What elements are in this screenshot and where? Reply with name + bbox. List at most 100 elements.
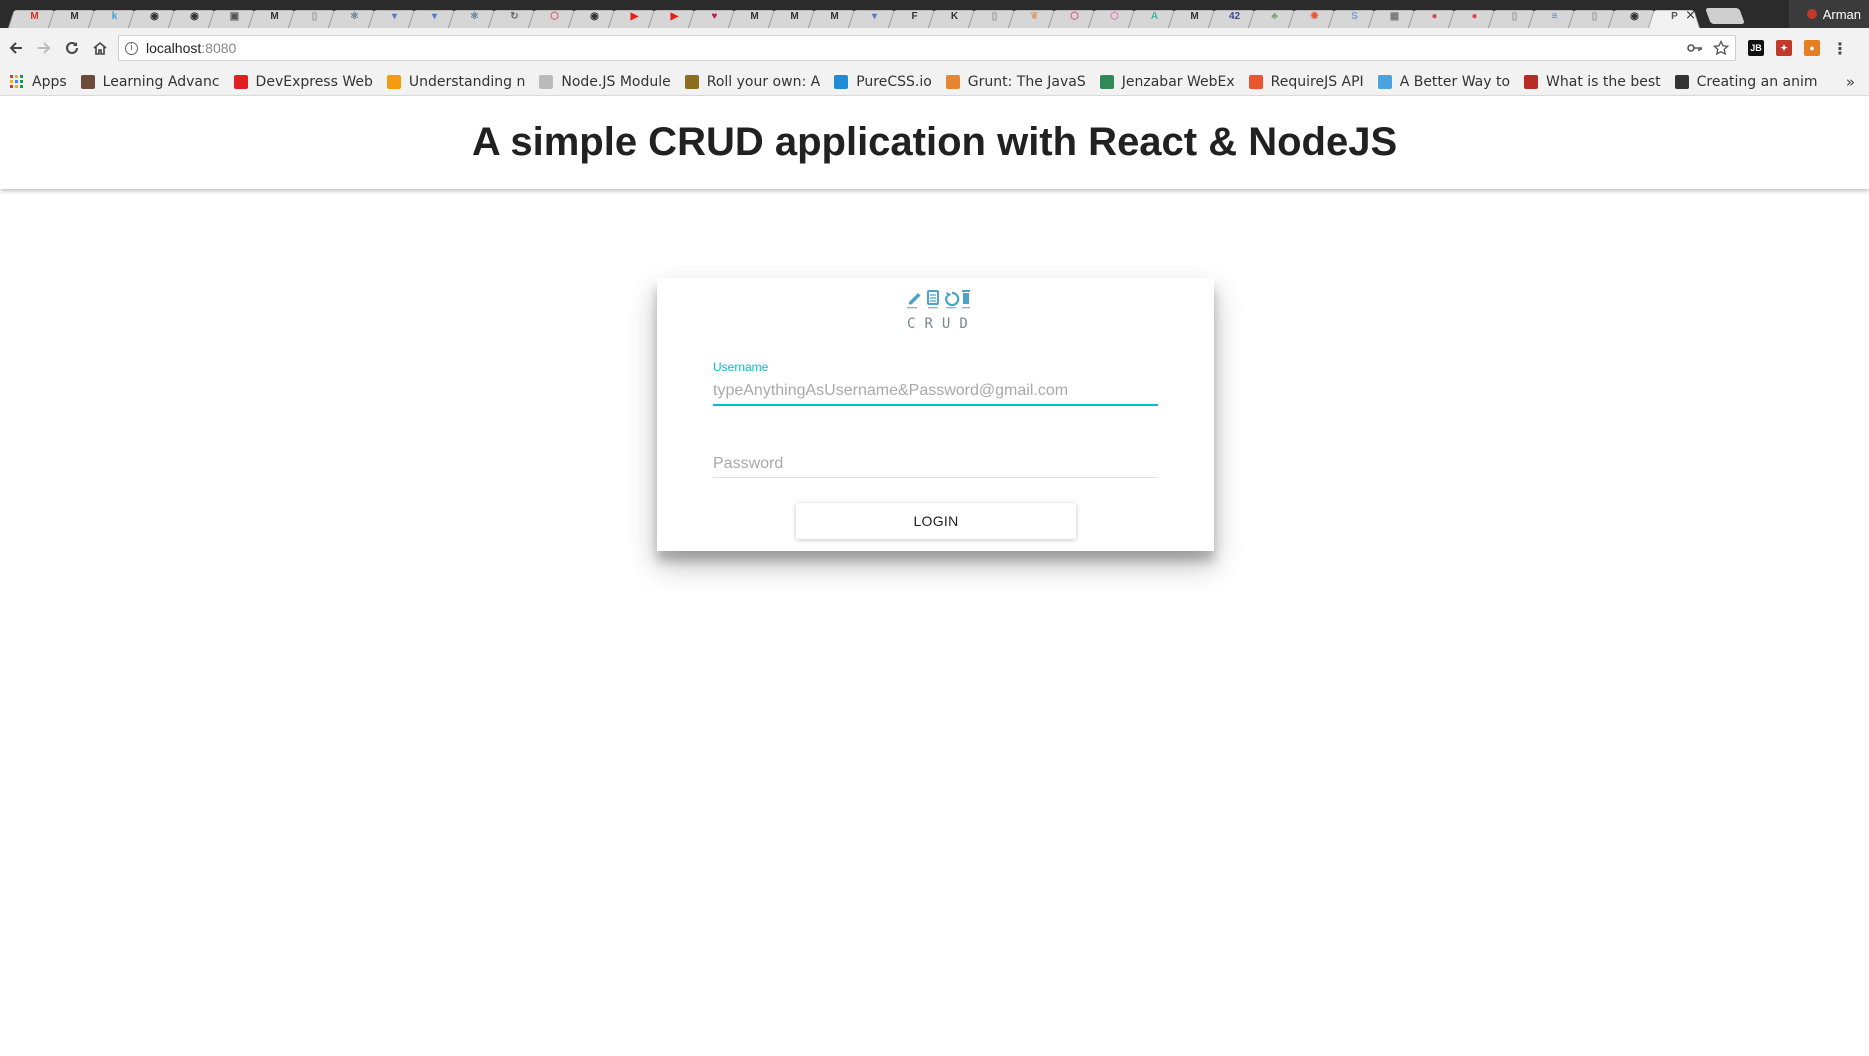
apps-grid-icon [10,74,24,89]
page-title: A simple CRUD application with React & N… [471,120,1398,164]
browser-tab[interactable]: P × [1648,2,1700,29]
circle-icon: ● [1431,11,1438,22]
document-icon [927,290,939,309]
bookmark-label: Creating an anim [1696,73,1818,90]
login-button[interactable]: LOGIN [796,503,1076,539]
bookmark-item[interactable]: Roll your own: A [684,73,821,90]
shield-icon: ▾ [871,11,878,22]
bookmarks-more-button[interactable]: » [1846,73,1855,91]
bookmark-label: Grunt: The JavaS [967,73,1086,90]
browser-menu-icon[interactable]: ⋮ [1832,39,1848,58]
youtube-icon: ▶ [670,11,679,22]
bookmark-label: Apps [32,73,67,90]
circle-icon: ● [1471,11,1478,22]
forward-arrow-icon [38,42,51,54]
bookmark-item[interactable]: Apps [10,74,67,90]
bookmark-item[interactable]: Grunt: The JavaS [945,73,1086,90]
bookmark-item[interactable]: A Better Way to [1377,73,1511,90]
monitor-icon: ▣ [229,11,240,22]
medium-icon: M [830,11,839,22]
username-field: Username [713,360,1158,406]
bookmark-item[interactable]: DevExpress Web [233,73,373,90]
username-input[interactable] [713,382,1158,400]
better-icon [1377,74,1392,89]
devexpress-icon [233,74,248,89]
requirejs-icon [1248,74,1263,89]
purecss-icon [834,74,849,89]
reload-button[interactable] [58,34,86,62]
url-port: :8080 [201,40,237,56]
logo-letter-u: U [941,316,951,332]
bookmark-label: DevExpress Web [255,73,373,90]
github-icon: ◉ [190,11,199,22]
bookmark-label: Roll your own: A [706,73,821,90]
back-button[interactable] [2,34,30,62]
jetbrains-extension-icon[interactable]: JB [1748,40,1764,56]
doc-icon: ▯ [991,11,998,22]
refresh-icon: ↻ [510,11,519,22]
bookmark-item[interactable]: What is the best [1524,74,1661,90]
refresh-icon [945,291,960,309]
bookmark-item[interactable]: PureCSS.io [834,74,932,90]
page-icon [539,74,554,89]
github-icon: ◉ [590,11,599,22]
browser-toolbar: i localhost:8080 JB ✦ ● ⋮ [0,28,1869,68]
home-button[interactable] [86,34,114,62]
github-icon: ◉ [150,11,159,22]
doc-icon: ▯ [311,11,318,22]
logo-letter-c: C [907,316,916,332]
bookmark-item[interactable]: RequireJS API [1248,73,1364,90]
bookmark-label: Learning Advanc [102,73,220,90]
grunt-icon [945,74,960,89]
heart-icon: ♥ [711,11,718,22]
close-tab-icon[interactable]: × [1685,8,1696,23]
doc-icon: ▯ [1591,11,1598,22]
leaf-icon: ♣ [1271,11,1278,22]
profile-icon [1806,9,1817,19]
youtube-icon: ▶ [630,11,639,22]
grid-icon: ▦ [1389,11,1400,22]
angular-icon: A [1150,11,1159,22]
home-icon [93,41,107,55]
github-icon: ◉ [1630,11,1639,22]
hex-icon: ⬡ [1110,11,1119,22]
bookmark-label: Understanding n [408,73,526,90]
avatar-icon [80,74,95,89]
logo-letter-r: R [924,316,933,332]
profile-button[interactable]: Arman [1789,0,1869,28]
bookmark-item[interactable]: Understanding n [386,73,526,90]
react-icon: ⚛ [470,11,479,22]
new-tab-button[interactable] [1705,8,1745,24]
bookmark-item[interactable]: Creating an anim [1674,73,1818,90]
bookmark-item[interactable]: Learning Advanc [80,73,220,90]
bookmark-item[interactable]: Node.JS Module [539,74,671,90]
bookmark-item[interactable]: Jenzabar WebEx [1099,74,1235,90]
address-bar[interactable]: i localhost:8080 [118,35,1736,61]
bookmark-star-icon[interactable] [1713,40,1729,56]
kh-icon: K [950,11,959,22]
url-host: localhost [146,40,202,56]
bookmark-label: What is the best [1546,73,1661,90]
shield-icon: ▾ [391,11,398,22]
medium-icon: M [70,11,79,22]
trash-icon [962,290,970,309]
bookmark-label: PureCSS.io [856,73,932,90]
bookmark-label: A Better Way to [1399,73,1511,90]
extension-icon[interactable]: ✦ [1776,40,1792,56]
number-icon: 42 [1228,11,1241,22]
info-icon[interactable]: i [125,41,138,55]
gmail-icon: M [30,11,39,22]
crud-logo-text: C R U D [907,316,977,332]
password-input[interactable] [713,455,1158,473]
logo-letter-d: D [959,316,968,332]
extension-icon[interactable]: ● [1804,40,1820,56]
medium-icon: M [270,11,279,22]
bookmark-label: RequireJS API [1270,73,1364,90]
quora-icon [1524,74,1539,89]
forward-button[interactable] [30,34,58,62]
key-icon[interactable] [1687,40,1703,56]
chevron-icon [386,74,401,89]
jenzabar-icon [1099,74,1114,89]
profile-name: Arman [1822,6,1861,22]
leaf-icon: ❦ [1030,11,1039,22]
